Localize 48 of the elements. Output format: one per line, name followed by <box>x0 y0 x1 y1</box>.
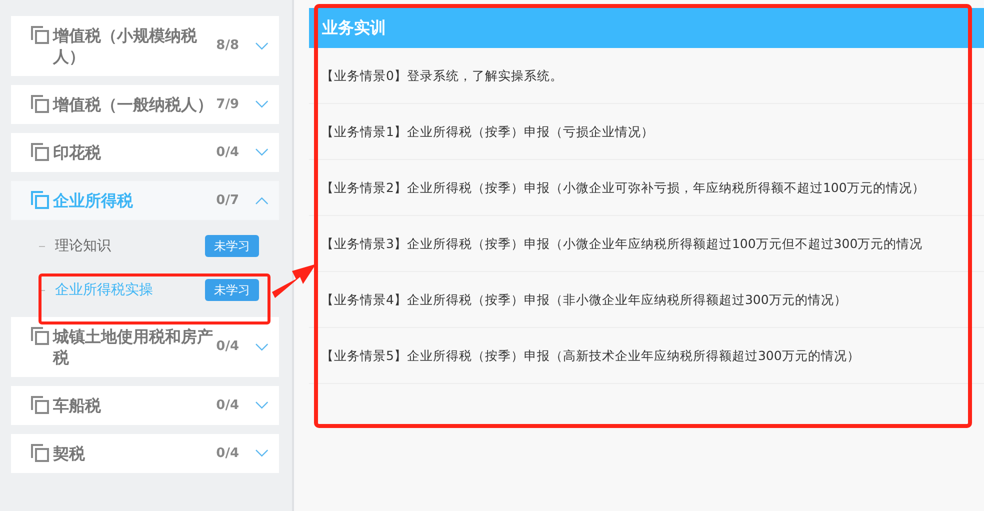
category-title: 城镇土地使用税和房产税 <box>53 326 214 368</box>
copy-icon <box>31 327 49 345</box>
chevron-up-icon <box>255 196 269 205</box>
chevron-down-icon <box>255 401 269 410</box>
category-item[interactable]: 印花税 0/4 <box>11 133 279 172</box>
category-title: 车船税 <box>53 395 102 416</box>
category-item[interactable]: 车船税 0/4 <box>11 386 279 425</box>
arrow-annotation <box>272 264 316 298</box>
lesson-item[interactable]: 理论知识 未学习 <box>11 229 279 263</box>
progress-count: 0/4 <box>216 396 240 415</box>
category-title: 印花税 <box>53 142 102 163</box>
category-item[interactable]: 增值税（一般纳税人） 7/9 <box>11 85 279 124</box>
copy-icon <box>31 95 49 113</box>
progress-count: 0/7 <box>216 192 240 210</box>
chevron-down-icon <box>255 342 269 352</box>
chevron-down-icon <box>255 42 269 50</box>
category-title: 增值税（一般纳税人） <box>53 94 214 115</box>
lesson-title: 企业所得税实操 <box>55 280 154 300</box>
scenario-item[interactable]: 【业务情景3】企业所得税（按季）申报（小微企业年应纳税所得额超过100万元但不超过300万元的情况 <box>309 216 984 272</box>
category-item[interactable]: 增值税（小规模纳税人） 8/8 <box>11 16 279 76</box>
category-title: 增值税（小规模纳税人） <box>53 25 198 67</box>
category-item[interactable]: 企业所得税 0/7 <box>11 181 279 220</box>
chevron-down-icon <box>255 449 269 458</box>
status-badge: 未学习 <box>205 235 259 257</box>
panel-title: 业务实训 <box>309 8 984 48</box>
progress-count: 0/4 <box>216 444 240 463</box>
progress-count: 8/8 <box>216 37 240 56</box>
chevron-down-icon <box>255 100 269 109</box>
scenario-item[interactable]: 【业务情景1】企业所得税（按季）申报（亏损企业情况） <box>309 104 984 160</box>
copy-icon <box>31 396 49 414</box>
scenario-item[interactable]: 【业务情景5】企业所得税（按季）申报（高新技术企业年应纳税所得额超过300万元的情况） <box>309 328 984 384</box>
scenario-item[interactable]: 【业务情景0】登录系统，了解实操系统。 <box>309 48 984 104</box>
status-badge: 未学习 <box>205 279 259 301</box>
lesson-title: 理论知识 <box>55 236 112 256</box>
progress-count: 0/4 <box>216 338 240 356</box>
category-item[interactable]: 契税 0/4 <box>11 434 279 473</box>
progress-count: 7/9 <box>216 96 240 114</box>
scenario-item[interactable]: 【业务情景4】企业所得税（按季）申报（非小微企业年应纳税所得额超过300万元的情况） <box>309 272 984 328</box>
copy-icon <box>31 143 49 161</box>
category-title: 企业所得税 <box>53 190 134 211</box>
copy-icon <box>31 26 49 44</box>
chevron-down-icon <box>255 148 269 157</box>
copy-icon <box>31 191 49 209</box>
progress-count: 0/4 <box>216 144 240 162</box>
scenario-item[interactable]: 【业务情景2】企业所得税（按季）申报（小微企业可弥补亏损，年应纳税所得额不超过100万元的情况） <box>309 160 984 216</box>
lesson-item[interactable]: 企业所得税实操 未学习 <box>11 273 279 307</box>
copy-icon <box>31 444 49 462</box>
category-title: 契税 <box>53 443 86 464</box>
